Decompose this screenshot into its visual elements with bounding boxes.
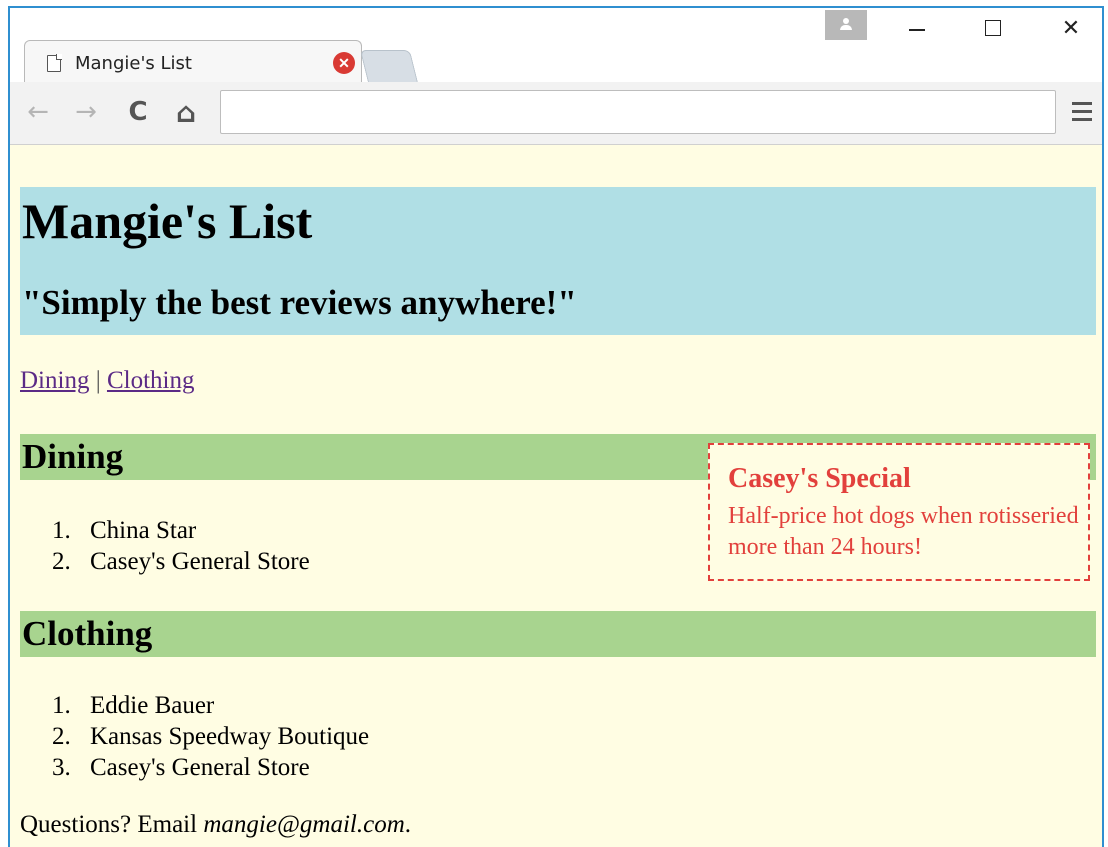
- forward-button[interactable]: →: [70, 92, 102, 132]
- address-bar[interactable]: [220, 90, 1056, 134]
- tab-strip: Mangie's List ✕ ✕: [10, 8, 1102, 85]
- maximize-icon: [985, 20, 1001, 36]
- footer-prefix: Questions? Email: [20, 811, 204, 838]
- minimize-icon: [909, 29, 925, 31]
- list-item: 1. China Star: [52, 517, 197, 544]
- close-icon: ✕: [1061, 15, 1081, 41]
- section-heading: Dining: [22, 437, 124, 476]
- maximize-button[interactable]: [958, 8, 1028, 48]
- footer-email: mangie@gmail.com: [203, 811, 405, 838]
- tab-close-icon[interactable]: ✕: [333, 52, 355, 74]
- tab-mangies-list[interactable]: Mangie's List ✕: [24, 40, 362, 85]
- footer: Questions? Email mangie@gmail.com.: [20, 811, 411, 839]
- user-profile-icon[interactable]: [825, 10, 867, 40]
- new-tab-button[interactable]: [359, 50, 419, 83]
- special-title: Casey's Special: [728, 463, 911, 494]
- list-item: 3. Casey's General Store: [52, 754, 310, 781]
- special-callout: Casey's Special Half-price hot dogs when…: [708, 443, 1090, 581]
- browser-window: Mangie's List ✕ ✕ ← → C ⌂ Mangie's List …: [8, 6, 1104, 847]
- minimize-button[interactable]: [882, 8, 952, 48]
- section-heading: Clothing: [22, 614, 153, 653]
- section-heading-clothing: Clothing: [20, 611, 1096, 657]
- back-button[interactable]: ←: [22, 92, 54, 132]
- dining-list: 1. China Star 2. Casey's General Store: [52, 515, 310, 577]
- nav-separator: |: [95, 367, 101, 394]
- clothing-list: 1. Eddie Bauer 2. Kansas Speedway Boutique…: [52, 690, 369, 783]
- list-item: 2. Casey's General Store: [52, 548, 310, 575]
- nav-link-dining[interactable]: Dining: [20, 367, 89, 394]
- page-content: Mangie's List "Simply the best reviews a…: [10, 145, 1102, 847]
- nav-links: Dining | Clothing: [20, 367, 194, 395]
- home-button[interactable]: ⌂: [170, 92, 202, 132]
- menu-icon[interactable]: [1072, 102, 1092, 126]
- site-header: Mangie's List "Simply the best reviews a…: [20, 187, 1096, 335]
- close-window-button[interactable]: ✕: [1036, 8, 1102, 48]
- list-item: 2. Kansas Speedway Boutique: [52, 723, 370, 750]
- reload-button[interactable]: C: [122, 92, 154, 132]
- nav-link-clothing[interactable]: Clothing: [107, 367, 195, 394]
- footer-suffix: .: [404, 811, 412, 838]
- tab-title: Mangie's List: [75, 52, 192, 74]
- browser-toolbar: ← → C ⌂: [10, 82, 1102, 145]
- page-title: Mangie's List: [22, 193, 313, 249]
- list-item: 1. Eddie Bauer: [52, 692, 215, 719]
- special-body: Half-price hot dogs when rotisseried mor…: [728, 503, 1079, 560]
- tagline: "Simply the best reviews anywhere!": [22, 283, 577, 322]
- page-icon: [47, 54, 61, 72]
